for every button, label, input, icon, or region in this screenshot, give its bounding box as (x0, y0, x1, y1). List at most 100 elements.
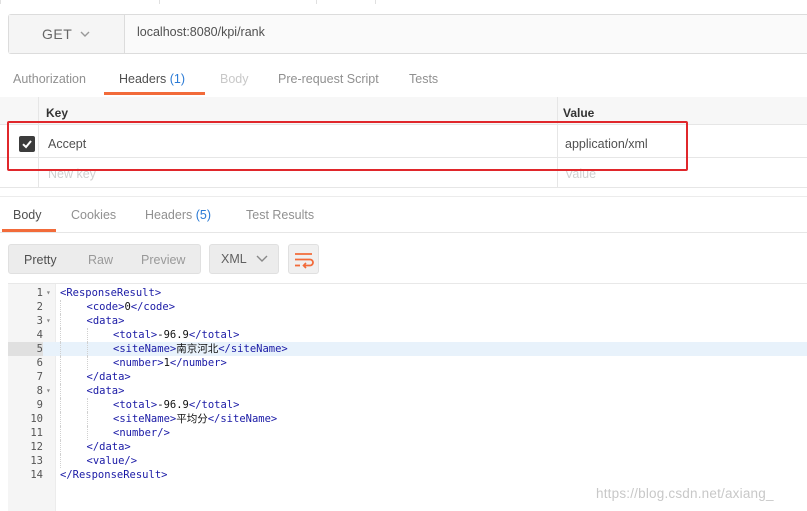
indent-guide (60, 426, 61, 440)
code-text: </data> (87, 370, 131, 384)
code-text: </data> (87, 440, 131, 454)
line-number: 11 (30, 427, 43, 439)
tab-response-body[interactable]: Body (13, 208, 42, 222)
top-tab[interactable] (0, 0, 160, 4)
pretty-button[interactable]: Pretty (24, 253, 57, 267)
wrap-lines-icon (295, 253, 314, 269)
indent-guide (60, 314, 61, 328)
tab-headers-count: (1) (169, 72, 186, 86)
code-text: <total>-96.9</total> (113, 328, 239, 342)
indent-guide (60, 300, 61, 314)
xml-tag: </code> (130, 301, 176, 313)
line-number: 9 (36, 399, 43, 411)
language-select[interactable]: XML (209, 244, 279, 274)
line-number: 6 (36, 357, 43, 369)
tab-response-headers[interactable]: Headers (5) (145, 208, 211, 222)
method-select[interactable]: GET (9, 15, 125, 53)
url-input[interactable]: localhost:8080/kpi/rank (137, 25, 265, 39)
code-text: <code>0</code> (87, 300, 176, 314)
code-text: <siteName>南京河北</siteName> (113, 342, 288, 356)
active-tab-indicator (104, 92, 205, 95)
xml-tag: </total> (188, 329, 240, 341)
tab-cookies[interactable]: Cookies (71, 208, 116, 222)
xml-tag: <ResponseResult> (60, 287, 162, 299)
xml-tag: </ResponseResult> (60, 469, 168, 481)
response-code-editor[interactable]: 1 ▾ <ResponseResult> 2 <code>0</code> 3 ▾ <data… (8, 283, 807, 511)
code-line: 3 ▾ <data> (8, 314, 807, 328)
code-line: 12 </data> (8, 440, 807, 454)
raw-button[interactable]: Raw (88, 253, 113, 267)
line-number: 4 (36, 329, 43, 341)
indent-guide (86, 398, 88, 412)
top-tab[interactable] (316, 0, 376, 4)
watermark-text: https://blog.csdn.net/axiang_ (596, 486, 774, 501)
code-text: </ResponseResult> (60, 468, 167, 482)
xml-value: 南京河北 (176, 343, 219, 355)
indent-guide (60, 328, 61, 342)
fold-arrow-icon[interactable]: ▾ (46, 286, 54, 300)
indent-guide (60, 356, 61, 370)
line-number: 13 (30, 455, 43, 467)
indent-guide (86, 342, 88, 356)
line-number: 3 (36, 315, 43, 327)
indent-guide (60, 412, 61, 426)
code-line: 2 <code>0</code> (8, 300, 807, 314)
chevron-down-icon (80, 31, 90, 37)
line-number: 12 (30, 441, 43, 453)
fold-arrow-icon[interactable]: ▾ (46, 314, 54, 328)
fold-arrow-icon[interactable]: ▾ (46, 384, 54, 398)
code-text: <total>-96.9</total> (113, 398, 239, 412)
indent-guide (60, 454, 61, 468)
indent-guide (86, 426, 88, 440)
wrap-lines-button[interactable] (288, 244, 319, 274)
indent-guide (86, 328, 88, 342)
code-line: 9 <total>-96.9</total> (8, 398, 807, 412)
code-line: 13 <value/> (8, 454, 807, 468)
line-number: 7 (36, 371, 43, 383)
xml-tag: </data> (86, 441, 131, 453)
xml-tag: </siteName> (207, 413, 278, 425)
xml-tag: <siteName> (113, 413, 177, 425)
tab-test-results[interactable]: Test Results (246, 208, 314, 222)
indent-guide (60, 384, 61, 398)
code-line: 10 <siteName>平均分</siteName> (8, 412, 807, 426)
xml-value: -96.9 (157, 399, 189, 411)
key-column-header: Key (46, 106, 69, 120)
xml-tag: <code> (86, 301, 125, 313)
method-label: GET (42, 26, 73, 42)
xml-tag: <total> (113, 329, 158, 341)
indent-guide (60, 370, 61, 384)
row-divider (0, 187, 807, 188)
code-line: 7 </data> (8, 370, 807, 384)
chevron-down-icon (256, 255, 268, 262)
line-number: 8 (36, 385, 43, 397)
preview-button[interactable]: Preview (141, 253, 185, 267)
xml-tag: <total> (113, 399, 158, 411)
indent-guide (60, 398, 61, 412)
xml-value: -96.9 (157, 329, 189, 341)
xml-tag: </data> (86, 371, 131, 383)
code-text: <number>1</number> (113, 356, 227, 370)
xml-tag: <siteName> (113, 343, 177, 355)
code-text: <data> (87, 314, 125, 328)
xml-tag: <value/> (86, 455, 138, 467)
response-tabs-divider (0, 232, 807, 233)
response-tabs: Body Cookies Headers (5) Test Results (0, 203, 807, 233)
code-line: 14 </ResponseResult> (8, 468, 807, 482)
section-divider (0, 196, 807, 197)
code-text: <number/> (113, 426, 170, 440)
xml-tag: <data> (86, 315, 125, 327)
xml-tag: <number> (113, 357, 164, 369)
xml-tag: </total> (188, 399, 240, 411)
language-label: XML (221, 252, 247, 266)
format-toggle-group: Pretty Raw Preview (8, 244, 201, 274)
xml-value: 平均分 (176, 413, 208, 425)
xml-tag: <number/> (113, 427, 170, 439)
line-number: 1 (36, 287, 43, 299)
xml-tag: <data> (86, 385, 125, 397)
line-number: 10 (30, 413, 43, 425)
code-line: 5 <siteName>南京河北</siteName> (8, 342, 807, 356)
highlight-annotation-box (7, 121, 688, 171)
code-line: 1 ▾ <ResponseResult> (8, 286, 807, 300)
code-text: <siteName>平均分</siteName> (113, 412, 277, 426)
